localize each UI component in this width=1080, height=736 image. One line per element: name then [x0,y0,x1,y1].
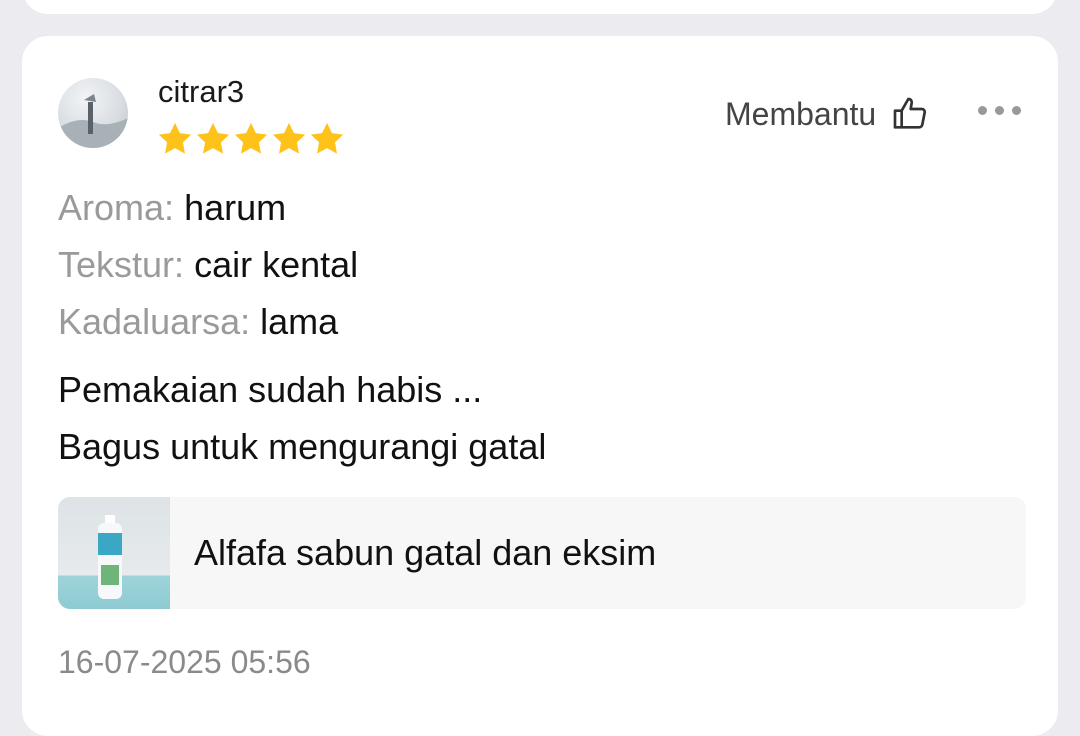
star-rating [156,120,346,158]
attribute-tekstur: Tekstur: cair kental [58,245,358,285]
product-link[interactable]: Alfafa sabun gatal dan eksim [58,497,1026,609]
thumbs-up-icon [893,97,927,129]
attribute-key: Kadaluarsa: [58,301,251,342]
attribute-aroma: Aroma: harum [58,188,286,228]
attribute-key: Tekstur: [58,244,185,285]
more-icon[interactable] [978,106,1021,115]
product-name: Alfafa sabun gatal dan eksim [194,532,657,573]
star-icon [234,122,268,154]
attribute-value: harum [184,187,287,228]
review-card: citrar3 Membantu Aroma: harum Tekstur: c… [22,36,1058,736]
star-icon [158,122,192,154]
star-icon [196,122,230,154]
star-icon [272,122,306,154]
review-date: 16-07-2025 05:56 [58,644,311,680]
star-icon [310,122,344,154]
helpful-button[interactable]: Membantu [725,94,930,134]
attribute-value: cair kental [194,244,359,285]
attribute-value: lama [260,301,339,342]
product-thumbnail [58,497,170,609]
username[interactable]: citrar3 [158,74,244,110]
helpful-label: Membantu [725,95,877,132]
attribute-kadaluarsa: Kadaluarsa: lama [58,302,338,342]
attribute-key: Aroma: [58,187,175,228]
avatar[interactable] [58,78,128,148]
previous-review-card [22,0,1058,14]
review-text-line: Pemakaian sudah habis ... [58,369,483,410]
review-text-line: Bagus untuk mengurangi gatal [58,426,547,467]
